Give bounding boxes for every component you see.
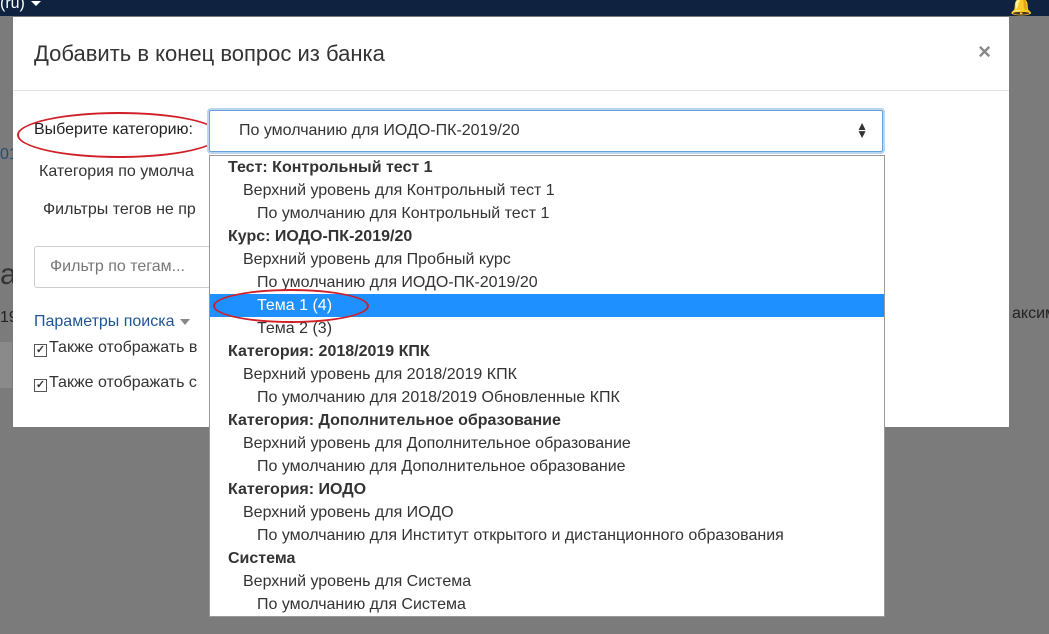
dropdown-option[interactable]: Тема 1 (4) xyxy=(210,294,884,317)
dropdown-option[interactable]: По умолчанию для Контрольный тест 1 xyxy=(210,202,884,225)
tag-filter-placeholder: Фильтр по тегам... xyxy=(50,258,185,275)
checkbox-checked-icon[interactable]: ✓ xyxy=(34,379,47,392)
checkbox-label: Также отображать в xyxy=(49,339,198,356)
tag-filters-text: Фильтры тегов не пр xyxy=(43,201,196,218)
search-params-link[interactable]: Параметры поиска xyxy=(34,313,191,331)
select-arrows-icon: ▲ ▼ xyxy=(856,119,868,141)
checkbox-label: Также отображать с xyxy=(49,374,197,391)
checkbox-row[interactable]: ✓ Также отображать в xyxy=(34,339,197,357)
category-select-value: По умолчанию для ИОДО-ПК-2019/20 xyxy=(239,122,520,139)
background-text-fragment: аксим xyxy=(1012,305,1049,322)
dropdown-option[interactable]: Тема 2 (3) xyxy=(210,317,884,340)
language-label: (ru) xyxy=(0,0,25,12)
tag-filter-input[interactable]: Фильтр по тегам... xyxy=(34,246,224,288)
dropdown-option[interactable]: По умолчанию для 2018/2019 Обновленные К… xyxy=(210,386,884,409)
dropdown-option[interactable]: Верхний уровень для 2018/2019 КПК xyxy=(210,363,884,386)
dropdown-optgroup: Курс: ИОДО-ПК-2019/20 xyxy=(228,228,413,245)
dropdown-option[interactable]: По умолчанию для Система xyxy=(210,593,884,616)
header-divider xyxy=(13,90,1009,91)
dropdown-optgroup: Тест: Контрольный тест 1 xyxy=(228,159,433,176)
category-dropdown-list[interactable]: Тест: Контрольный тест 1 Верхний уровень … xyxy=(209,155,885,617)
search-params-label: Параметры поиска xyxy=(34,313,175,330)
dropdown-optgroup: Система xyxy=(228,550,296,567)
dropdown-option[interactable]: По умолчанию для ИОДО-ПК-2019/20 xyxy=(210,271,884,294)
category-select[interactable]: По умолчанию для ИОДО-ПК-2019/20 ▲ ▼ xyxy=(209,110,883,152)
modal-title: Добавить в конец вопрос из банка xyxy=(34,41,385,66)
chevron-down-icon xyxy=(30,1,41,7)
checkbox-checked-icon[interactable]: ✓ xyxy=(34,344,47,357)
top-navbar: (ru) 🔔 xyxy=(0,0,1049,16)
dropdown-option[interactable]: Верхний уровень для Дополнительное образ… xyxy=(210,432,884,455)
dropdown-optgroup: Категория: ИОДО xyxy=(228,481,367,498)
dropdown-option[interactable]: Верхний уровень для Пробный курс xyxy=(210,248,884,271)
background-panel-fragment xyxy=(0,342,12,388)
dropdown-option[interactable]: Верхний уровень для ИОДО xyxy=(210,501,884,524)
dropdown-option[interactable]: Верхний уровень для Контрольный тест 1 xyxy=(210,179,884,202)
bell-icon[interactable]: 🔔 xyxy=(1010,0,1032,17)
chevron-down-icon xyxy=(180,318,191,325)
default-category-text: Категория по умолча xyxy=(39,163,194,180)
checkbox-row[interactable]: ✓ Также отображать с xyxy=(34,374,197,392)
dropdown-option[interactable]: По умолчанию для Институт открытого и ди… xyxy=(210,524,884,547)
dropdown-optgroup: Категория: 2018/2019 КПК xyxy=(228,343,430,360)
language-menu[interactable]: (ru) xyxy=(0,0,41,13)
dropdown-option[interactable]: Верхний уровень для Система xyxy=(210,570,884,593)
close-icon[interactable]: × xyxy=(978,39,991,65)
dropdown-option[interactable]: По умолчанию для Дополнительное образова… xyxy=(210,455,884,478)
dropdown-optgroup: Категория: Дополнительное образование xyxy=(228,412,561,429)
category-label: Выберите категорию: xyxy=(34,121,193,138)
